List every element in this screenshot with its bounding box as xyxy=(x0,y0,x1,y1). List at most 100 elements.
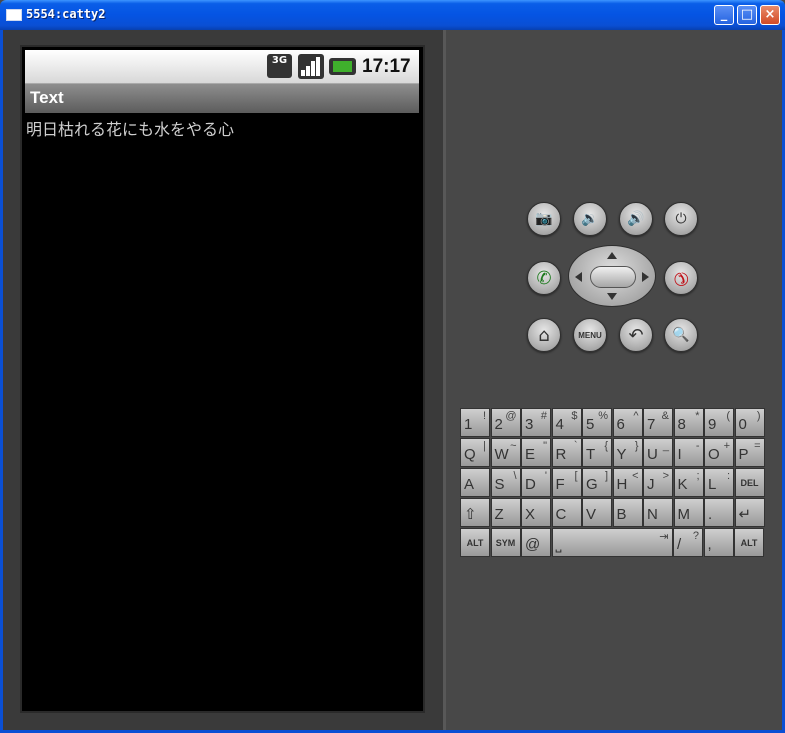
key-row5-5[interactable]: , xyxy=(703,528,734,557)
call-button[interactable]: ✆ xyxy=(527,261,561,295)
key-label: O xyxy=(708,446,720,463)
key-row1-0[interactable]: 1! xyxy=(460,408,490,437)
key-row2-7[interactable]: I- xyxy=(673,438,704,467)
key-row5-4[interactable]: /? xyxy=(673,528,703,557)
key-row4-9[interactable]: ↵ xyxy=(734,498,765,527)
search-button[interactable]: 🔍 xyxy=(664,318,698,352)
menu-button[interactable]: MENU xyxy=(573,318,607,352)
key-row3-3[interactable]: F[ xyxy=(551,468,582,497)
key-row5-3[interactable]: ⎵ ⇥ xyxy=(551,528,673,557)
dpad[interactable] xyxy=(568,245,656,307)
key-row3-8[interactable]: L: xyxy=(704,468,734,497)
key-row5-6[interactable]: ALT xyxy=(734,528,764,557)
key-label: @ xyxy=(525,536,541,553)
key-row3-6[interactable]: J > xyxy=(643,468,673,497)
key-row3-5[interactable]: H < xyxy=(612,468,643,497)
key-row4-7[interactable]: M xyxy=(673,498,704,527)
key-label: 9 xyxy=(708,416,717,433)
back-button[interactable]: ↶ xyxy=(619,318,653,352)
key-row2-1[interactable]: W ~ xyxy=(490,438,521,467)
key-row4-4[interactable]: V xyxy=(582,498,612,527)
key-label: Z xyxy=(494,506,504,523)
keyboard-row-qwerty: Q | W ~ E " R ` T{Y} U _ I - O + P = xyxy=(460,438,765,468)
network-3g-icon: 3G xyxy=(267,54,292,78)
key-alt-label: _ xyxy=(662,440,669,452)
key-label: P xyxy=(738,446,749,463)
key-row2-5[interactable]: Y} xyxy=(612,438,643,467)
key-row2-4[interactable]: T{ xyxy=(582,438,612,467)
key-alt-label: ? xyxy=(692,530,699,542)
key-row1-5[interactable]: 6 ^ xyxy=(612,408,643,437)
key-label: J xyxy=(647,476,655,493)
app-title: Text xyxy=(30,88,64,107)
power-button[interactable]: ⏻ xyxy=(664,202,698,236)
key-label: Y xyxy=(616,446,627,463)
key-label: 0 xyxy=(738,416,747,433)
key-row1-9[interactable]: 0) xyxy=(734,408,765,437)
key-label: 8 xyxy=(677,416,686,433)
back-icon: ↶ xyxy=(628,324,644,346)
key-label: ⎵ xyxy=(555,536,562,553)
key-row3-0[interactable]: A xyxy=(460,468,490,497)
key-row5-2[interactable]: @ xyxy=(521,528,551,557)
key-alt-label: > xyxy=(662,470,669,482)
signal-strength-icon xyxy=(298,54,324,79)
key-alt-label: | xyxy=(483,440,486,452)
dpad-left-arrow-icon[interactable] xyxy=(575,272,582,282)
key-row3-4[interactable]: G] xyxy=(582,468,612,497)
key-row4-0[interactable]: ⇧ xyxy=(460,498,490,527)
key-row4-8[interactable]: . xyxy=(704,498,734,527)
key-row5-0[interactable]: ALT xyxy=(460,528,490,557)
key-row2-2[interactable]: E " xyxy=(521,438,551,467)
keyboard-row-bottom: ALT SYM @ ⎵ ⇥ /?, ALT xyxy=(460,528,765,558)
key-row4-1[interactable]: Z xyxy=(490,498,521,527)
dpad-down-arrow-icon[interactable] xyxy=(607,293,617,300)
key-row2-3[interactable]: R ` xyxy=(551,438,582,467)
volume-up-button[interactable]: 🔊 xyxy=(619,202,653,236)
key-row3-1[interactable]: S \ xyxy=(490,468,521,497)
key-alt-label: ' xyxy=(544,470,547,482)
key-row4-6[interactable]: N xyxy=(643,498,673,527)
volume-down-button[interactable]: 🔉 xyxy=(573,202,607,236)
key-label: G xyxy=(586,476,598,493)
battery-charging-icon xyxy=(329,58,356,75)
key-row1-1[interactable]: 2 @ xyxy=(490,408,521,437)
key-label: ALT xyxy=(466,538,484,548)
window-title-bar[interactable]: 5554:catty2 _ □ × xyxy=(0,0,785,30)
key-label: C xyxy=(555,506,567,523)
key-row1-8[interactable]: 9( xyxy=(704,408,734,437)
dpad-right-arrow-icon[interactable] xyxy=(642,272,649,282)
dpad-up-arrow-icon[interactable] xyxy=(607,252,617,259)
end-call-button[interactable]: ✆ xyxy=(664,261,698,295)
key-row1-6[interactable]: 7 & xyxy=(643,408,673,437)
minimize-button[interactable]: _ xyxy=(714,5,734,25)
key-row1-7[interactable]: 8 * xyxy=(673,408,704,437)
key-row5-1[interactable]: SYM xyxy=(490,528,521,557)
key-row4-3[interactable]: C xyxy=(551,498,582,527)
dpad-center-button[interactable] xyxy=(590,266,636,288)
key-alt-label: $ xyxy=(571,410,578,422)
key-row2-9[interactable]: P = xyxy=(734,438,765,467)
key-row1-3[interactable]: 4 $ xyxy=(551,408,582,437)
key-row2-6[interactable]: U _ xyxy=(643,438,673,467)
key-row1-4[interactable]: 5% xyxy=(582,408,612,437)
key-row4-2[interactable]: X xyxy=(521,498,551,527)
device-screen[interactable] xyxy=(20,45,425,713)
key-row2-8[interactable]: O + xyxy=(704,438,734,467)
key-row3-7[interactable]: K; xyxy=(673,468,704,497)
key-row3-9[interactable]: DEL xyxy=(734,468,765,497)
key-alt-label: - xyxy=(695,440,700,452)
key-alt-label: @ xyxy=(505,410,517,422)
key-row3-2[interactable]: D ' xyxy=(521,468,551,497)
maximize-button[interactable]: □ xyxy=(737,5,757,25)
camera-button[interactable]: 📷 xyxy=(527,202,561,236)
window-app-icon xyxy=(6,9,22,21)
close-button[interactable]: × xyxy=(760,5,780,25)
volume-up-icon: 🔊 xyxy=(627,211,645,227)
key-row4-5[interactable]: B xyxy=(612,498,643,527)
key-row1-2[interactable]: 3 # xyxy=(521,408,551,437)
key-label: ALT xyxy=(740,538,758,548)
status-bar[interactable]: 3G 17:17 xyxy=(25,50,419,83)
home-button[interactable]: ⌂ xyxy=(527,318,561,352)
key-row2-0[interactable]: Q | xyxy=(460,438,490,467)
